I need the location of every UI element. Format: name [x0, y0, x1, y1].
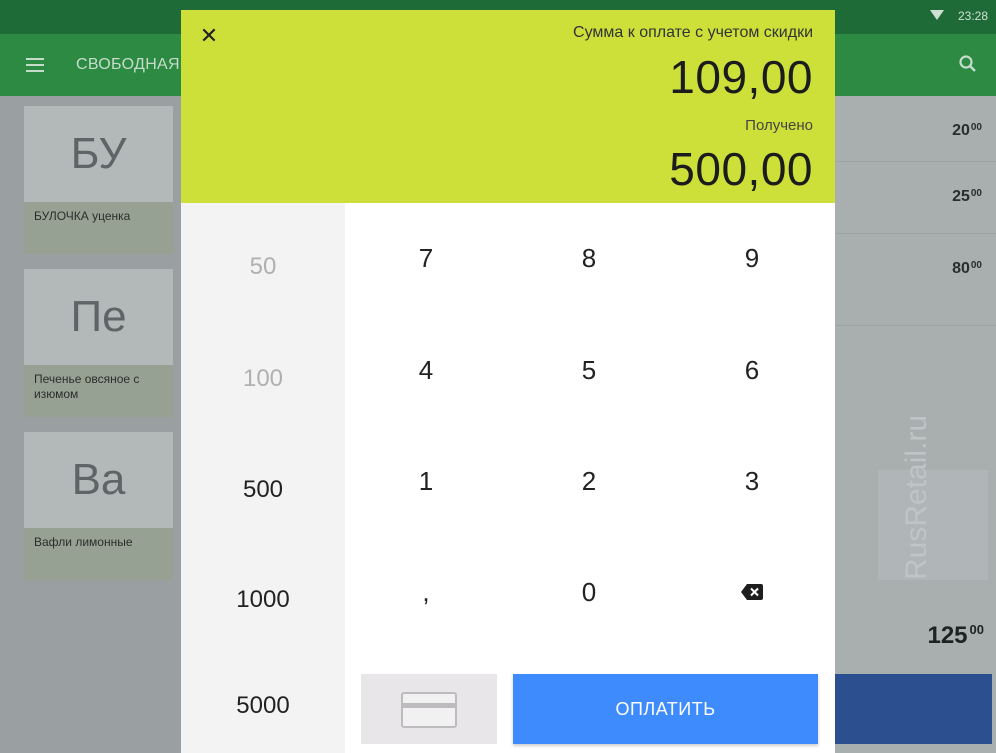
received-value: 500,00: [669, 143, 813, 195]
quick-amounts: 50 100 500 1000 5000: [181, 203, 345, 753]
product-tile[interactable]: Пе Печенье овсяное с изюмом: [24, 269, 173, 417]
wifi-icon: [930, 10, 944, 20]
product-abbr: Ва: [24, 432, 173, 528]
cart-price: 8000: [952, 260, 982, 277]
quick-amount-button[interactable]: 5000: [181, 692, 345, 720]
product-tile[interactable]: БУ БУЛОЧКА уценка: [24, 106, 173, 254]
backspace-icon[interactable]: [741, 584, 763, 600]
cart-row[interactable]: 2500: [835, 164, 996, 234]
key-9[interactable]: 9: [682, 243, 822, 274]
cart-row[interactable]: 2000: [835, 104, 996, 162]
key-7[interactable]: 7: [356, 243, 496, 274]
product-abbr: БУ: [24, 106, 173, 202]
amount-due-value: 109,00: [669, 51, 813, 103]
payment-header: ✕ Сумма к оплате с учетом скидки 109,00 …: [181, 10, 835, 203]
menu-icon[interactable]: [26, 58, 44, 72]
watermark-text: RusRetail.ru: [900, 414, 933, 580]
product-tile[interactable]: Ва Вафли лимонные: [24, 432, 173, 580]
amount-due-label: Сумма к оплате с учетом скидки: [573, 24, 813, 41]
key-2[interactable]: 2: [519, 466, 659, 497]
screen: 23:28 СВОБОДНАЯ БУ БУЛОЧКА уценка Пе Печ…: [0, 0, 996, 753]
payment-dialog: ✕ Сумма к оплате с учетом скидки 109,00 …: [181, 10, 835, 753]
received-label: Получено: [745, 117, 813, 134]
key-0[interactable]: 0: [519, 577, 659, 608]
key-4[interactable]: 4: [356, 355, 496, 386]
key-comma[interactable]: ,: [356, 577, 496, 608]
quick-amount-button[interactable]: 1000: [181, 586, 345, 614]
card-payment-button[interactable]: [361, 674, 497, 744]
key-8[interactable]: 8: [519, 243, 659, 274]
product-name: Печенье овсяное с изюмом: [34, 372, 140, 401]
background-pay-button: [818, 674, 992, 744]
quick-amount-button[interactable]: 500: [181, 476, 345, 504]
cart-price: 2000: [952, 122, 982, 139]
app-title: СВОБОДНАЯ: [76, 56, 180, 73]
key-5[interactable]: 5: [519, 355, 659, 386]
quick-amount-button[interactable]: 100: [181, 365, 345, 393]
quick-amount-button[interactable]: 50: [181, 253, 345, 281]
cart-price: 2500: [952, 188, 982, 205]
product-abbr: Пе: [24, 269, 173, 365]
pay-button[interactable]: ОПЛАТИТЬ: [513, 674, 818, 744]
search-icon[interactable]: [958, 54, 978, 74]
status-time: 23:28: [957, 9, 988, 23]
close-icon[interactable]: ✕: [195, 22, 223, 50]
product-name: БУЛОЧКА уценка: [34, 209, 131, 223]
key-3[interactable]: 3: [682, 466, 822, 497]
cart-total: 125 00: [927, 622, 984, 649]
key-1[interactable]: 1: [356, 466, 496, 497]
product-name: Вафли лимонные: [34, 535, 133, 549]
key-6[interactable]: 6: [682, 355, 822, 386]
cart-row[interactable]: 8000: [835, 236, 996, 326]
card-icon: [401, 692, 457, 728]
